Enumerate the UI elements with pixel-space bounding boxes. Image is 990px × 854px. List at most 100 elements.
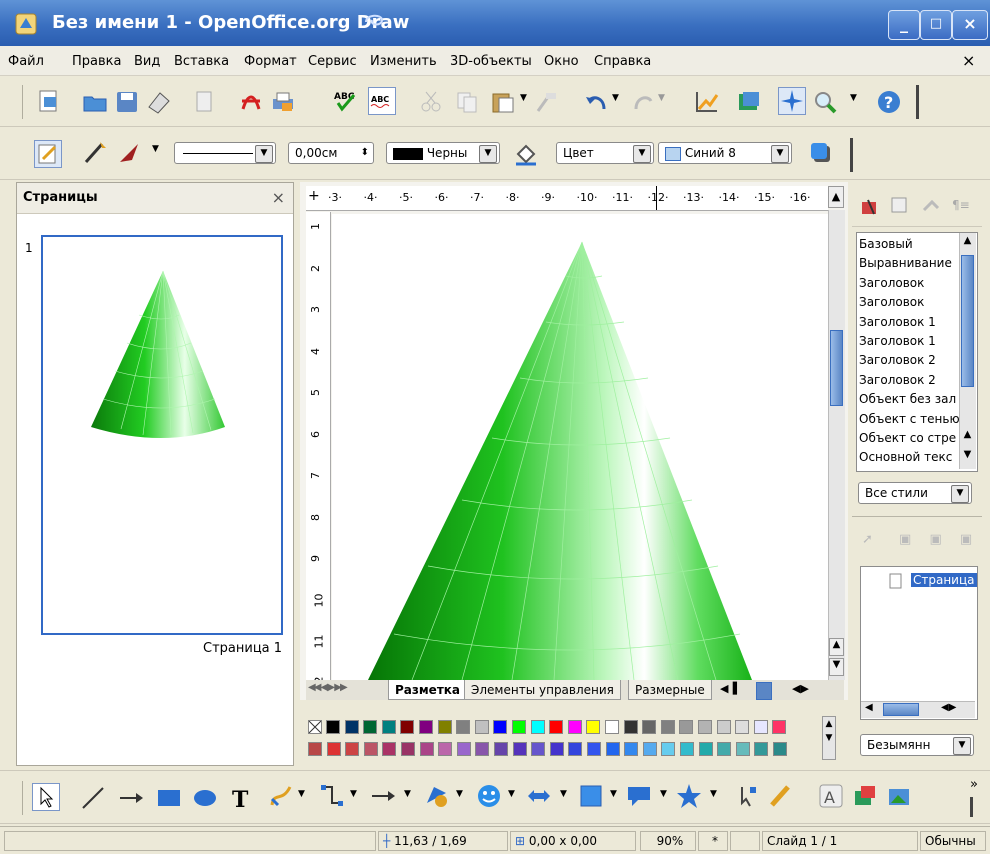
cut-icon[interactable]: [418, 89, 444, 115]
close-window-button[interactable]: ×: [952, 10, 988, 40]
scroll-up-arrow-icon[interactable]: ▲: [960, 235, 975, 251]
paragraph-icon[interactable]: ¶≡: [952, 198, 970, 212]
close-document-icon[interactable]: ×: [962, 51, 975, 70]
page-thumbnail[interactable]: [41, 235, 283, 635]
signature-field[interactable]: [730, 831, 760, 851]
color-swatch[interactable]: [698, 720, 712, 734]
from-file-icon[interactable]: [852, 783, 878, 809]
color-swatch[interactable]: [531, 742, 546, 756]
menu-3d-objects[interactable]: 3D-объекты: [450, 54, 532, 69]
autospellcheck-icon[interactable]: ABC: [368, 87, 396, 115]
minimize-button[interactable]: _: [888, 10, 920, 40]
color-swatch[interactable]: [567, 720, 582, 734]
color-swatch[interactable]: [660, 720, 675, 734]
color-swatch[interactable]: [456, 742, 471, 756]
new-document-icon[interactable]: [36, 89, 62, 115]
graphics-styles-icon[interactable]: [860, 198, 880, 218]
lines-arrows-icon[interactable]: [370, 783, 396, 809]
redo-dropdown-icon[interactable]: ▼: [658, 93, 665, 103]
scroll-left-icon[interactable]: ◀▐: [720, 682, 737, 695]
clone-formatting-icon[interactable]: [534, 89, 560, 115]
zoom-level[interactable]: 90%: [640, 831, 696, 851]
color-swatch[interactable]: [494, 742, 508, 756]
navigator-hscroll[interactable]: ◀ ◀▶: [861, 701, 975, 718]
gallery-toolbar-icon[interactable]: [886, 783, 912, 809]
stars-icon[interactable]: [676, 783, 702, 809]
color-swatch[interactable]: [512, 742, 527, 756]
ruler-origin-icon[interactable]: +: [308, 188, 320, 204]
zoom-dropdown-icon[interactable]: ▼: [850, 93, 857, 103]
color-swatch[interactable]: [587, 742, 601, 756]
scroll-down-arrow-icon[interactable]: ▼: [829, 658, 844, 676]
undo-icon[interactable]: [584, 89, 610, 115]
basic-shapes-icon[interactable]: [424, 783, 450, 809]
symbol-shapes-icon[interactable]: [476, 783, 502, 809]
line-color-select[interactable]: Черны ▼: [386, 142, 500, 164]
color-swatch[interactable]: [605, 720, 619, 734]
callouts-icon[interactable]: [626, 783, 652, 809]
color-swatch[interactable]: [530, 720, 545, 734]
color-swatch[interactable]: [345, 742, 360, 756]
style-list-item[interactable]: Объект с тенью: [859, 410, 959, 429]
hscroll-thumb[interactable]: [756, 682, 772, 700]
color-swatch[interactable]: [549, 720, 564, 734]
area-style-select[interactable]: Цвет ▼: [556, 142, 654, 164]
color-swatch[interactable]: [753, 720, 768, 734]
tab-dimensions[interactable]: Размерные: [628, 680, 712, 700]
color-swatch[interactable]: [772, 720, 787, 734]
cone-3d-object[interactable]: [332, 214, 828, 680]
color-swatch[interactable]: [716, 720, 731, 734]
color-swatch[interactable]: [512, 720, 526, 734]
scrollbar-thumb[interactable]: [830, 330, 843, 406]
first-page-icon[interactable]: ▣: [899, 532, 911, 547]
scroll-right-icon[interactable]: ◀▶: [941, 702, 956, 713]
scrollbar-thumb[interactable]: [883, 703, 919, 716]
line-icon[interactable]: [80, 785, 106, 811]
color-swatch[interactable]: [754, 742, 769, 756]
color-swatch[interactable]: [679, 720, 694, 734]
menu-modify[interactable]: Изменить: [370, 54, 437, 69]
style-list-item[interactable]: Заголовок 1: [859, 332, 959, 351]
style-list-item[interactable]: Заголовок: [859, 293, 959, 312]
color-swatch[interactable]: [605, 742, 620, 756]
flowchart-icon[interactable]: [578, 783, 604, 809]
style-list-item[interactable]: Заголовок 2: [859, 351, 959, 370]
help-icon[interactable]: ?: [876, 89, 902, 115]
menu-file[interactable]: Файл: [8, 54, 44, 69]
color-swatch[interactable]: [735, 742, 750, 756]
style-list-item[interactable]: Заголовок 1: [859, 313, 959, 332]
color-swatch[interactable]: [642, 720, 657, 734]
styles-filter-select[interactable]: Все стили ▼: [858, 482, 972, 504]
menu-help[interactable]: Справка: [594, 54, 651, 69]
styles-formatting-icon[interactable]: [34, 140, 62, 168]
color-swatch[interactable]: [456, 720, 471, 734]
color-swatch[interactable]: [642, 742, 657, 756]
no-fill-swatch[interactable]: [308, 720, 322, 734]
color-swatch[interactable]: [735, 720, 750, 734]
export-pdf-icon[interactable]: [238, 89, 264, 115]
color-swatch[interactable]: [475, 742, 490, 756]
save-icon[interactable]: [114, 89, 140, 115]
email-icon[interactable]: [146, 89, 172, 115]
connector-dropdown-icon[interactable]: ▼: [350, 789, 357, 799]
scroll-right-icon[interactable]: ◀▶: [792, 682, 809, 695]
tab-layout[interactable]: Разметка: [388, 680, 468, 700]
shapes-dropdown-icon[interactable]: ▼: [456, 789, 463, 799]
styles-scrollbar[interactable]: ▲ ▲ ▼: [959, 233, 976, 469]
menu-window[interactable]: Окно: [544, 54, 579, 69]
color-swatch[interactable]: [326, 742, 341, 756]
curve-dropdown-icon[interactable]: ▼: [298, 789, 305, 799]
redo-icon[interactable]: [630, 89, 656, 115]
color-swatch[interactable]: [568, 742, 583, 756]
scroll-up-arrow-icon[interactable]: ▲: [829, 638, 844, 656]
maximize-button[interactable]: □: [920, 10, 952, 40]
line-arrow-icon[interactable]: [118, 785, 144, 811]
scroll-up-arrow-icon[interactable]: ▲: [828, 186, 844, 208]
color-swatch[interactable]: [400, 720, 415, 734]
curve-icon[interactable]: [268, 783, 294, 809]
scroll-down-arrow-icon[interactable]: ▼: [960, 449, 975, 465]
scrollbar-thumb[interactable]: [961, 255, 974, 387]
style-list-item[interactable]: Базовый: [859, 235, 959, 254]
color-swatch[interactable]: [661, 742, 676, 756]
chart-icon[interactable]: [694, 89, 720, 115]
